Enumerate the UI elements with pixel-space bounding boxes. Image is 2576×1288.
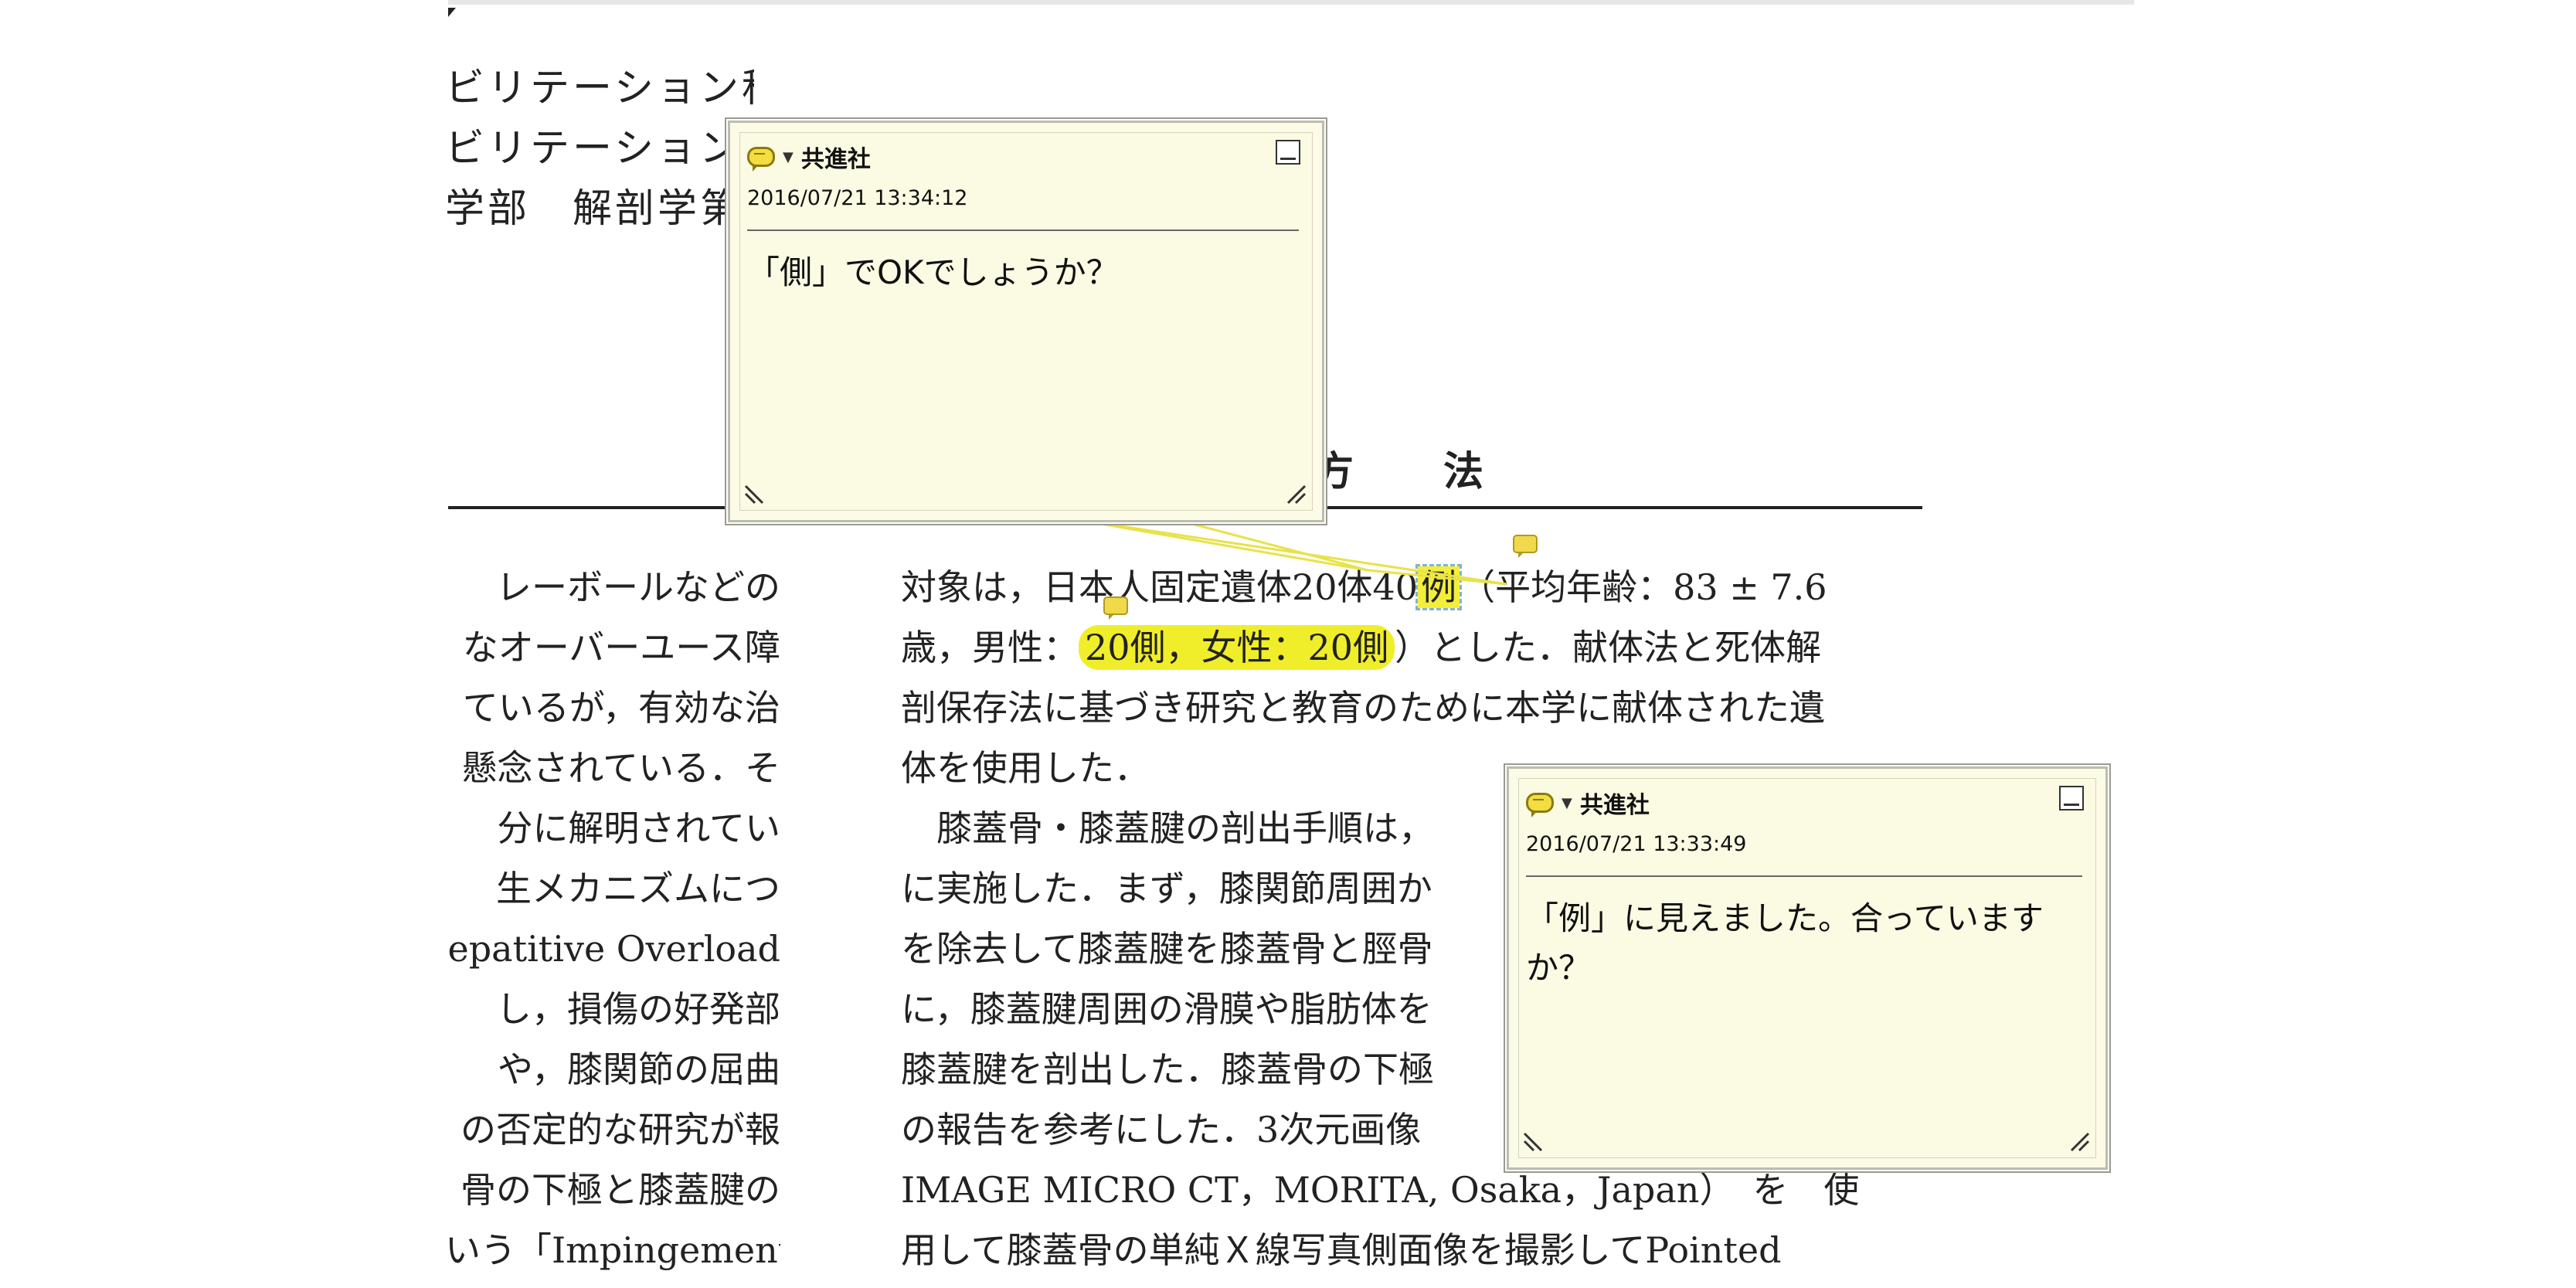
text-line: 生メカニズムにつ [496,868,780,909]
minimize-button[interactable] [1276,140,1300,165]
text-segment: 歳，男性： [901,627,1079,668]
pdf-page: ビリテーション科 ビリテーション 学部 解剖学第 方 法 レーボールなどの なオ… [0,0,2576,1288]
comment-author: 共進社 [800,146,871,173]
comment-bubble-icon[interactable] [1526,793,1554,817]
text-line: なオーバーユース障 [462,627,780,668]
text-segment: 対象は，日本人固定遺体20体40 [901,566,1419,608]
comment-separator [1526,875,2082,877]
resize-grip-icon[interactable] [744,484,764,505]
text-segment: （平均年齢：83 ± 7.6 [1460,566,1827,608]
page-top-edge [448,0,2134,5]
comment-separator [747,229,1299,231]
affiliation-line-2: ビリテーション [445,126,742,172]
affiliation-line-1: ビリテーション科 [445,66,754,111]
comment-popup[interactable]: ▼ 共進社 2016/07/21 13:34:12 「側」でOKでしょうか？ [728,121,1324,522]
comment-text[interactable]: 「側」でOKでしょうか？ [747,248,1299,297]
comment-header: ▼ 共進社 [1526,786,1650,820]
text-line: 用して膝蓋骨の単純Ｘ線写真側面像を撮影してPointed [901,1229,1782,1271]
options-dropdown-icon[interactable]: ▼ [1562,795,1572,811]
affiliation-line-3: 学部 解剖学第 [445,186,743,232]
text-line: し，損傷の好発部 [496,988,780,1030]
text-line: 剖保存法に基づき研究と教育のために本学に献体された遺 [901,687,1825,729]
section-heading-methods: 方 法 [1313,448,1487,495]
text-line: 対象は，日本人固定遺体20体40例（平均年齢：83 ± 7.6 [901,562,1922,623]
comment-marker-icon[interactable] [1513,535,1538,558]
comment-bubble-icon[interactable] [747,147,775,172]
text-line: 歳，男性： 20側，女性：20側 ）とした．献体法と死体解 [901,623,1922,683]
comment-text[interactable]: 「例」に見えました。合っていますか？ [1526,894,2082,993]
text-segment: ）とした．献体法と死体解 [1395,627,1822,668]
comment-date: 2016/07/21 13:34:12 [747,186,968,210]
crop-mark [448,8,456,17]
highlight-annotation-rei[interactable]: 例 [1415,564,1463,610]
comment-header: ▼ 共進社 [747,140,871,174]
text-line: 骨の下極と膝蓋腱の [460,1169,780,1211]
text-line: レーボールなどの [496,566,780,608]
comment-author: 共進社 [1579,792,1650,819]
text-line: 懸念されている．そ [461,747,780,789]
minimize-button[interactable] [2059,786,2084,811]
text-line: IMAGE MICRO CT，MORITA, Osaka，Japan） を 使 [901,1169,1860,1211]
highlight-annotation-sokuhen[interactable]: 20側，女性：20側 [1079,625,1395,670]
text-line: 分に解明されてい [497,807,780,849]
resize-grip-icon[interactable] [2070,1132,2090,1152]
text-line: いう「Impingement [445,1229,780,1271]
text-line: ているが，有効な治 [462,687,780,729]
text-line: epatitive Overload [447,928,780,970]
resize-grip-icon[interactable] [1286,484,1307,505]
text-line: や，膝関節の屈曲 [497,1048,780,1090]
options-dropdown-icon[interactable]: ▼ [783,149,794,165]
left-text-column: レーボールなどの なオーバーユース障 ているが，有効な治 懸念されている．そ 分… [445,562,780,1286]
comment-popup[interactable]: ▼ 共進社 2016/07/21 13:33:49 「例」に見えました。合ってい… [1507,766,2108,1170]
text-line: の否定的な研究が報 [460,1109,780,1150]
comment-date: 2016/07/21 13:33:49 [1526,832,1747,856]
resize-grip-icon[interactable] [1523,1132,1543,1152]
comment-marker-icon[interactable] [1103,596,1128,620]
